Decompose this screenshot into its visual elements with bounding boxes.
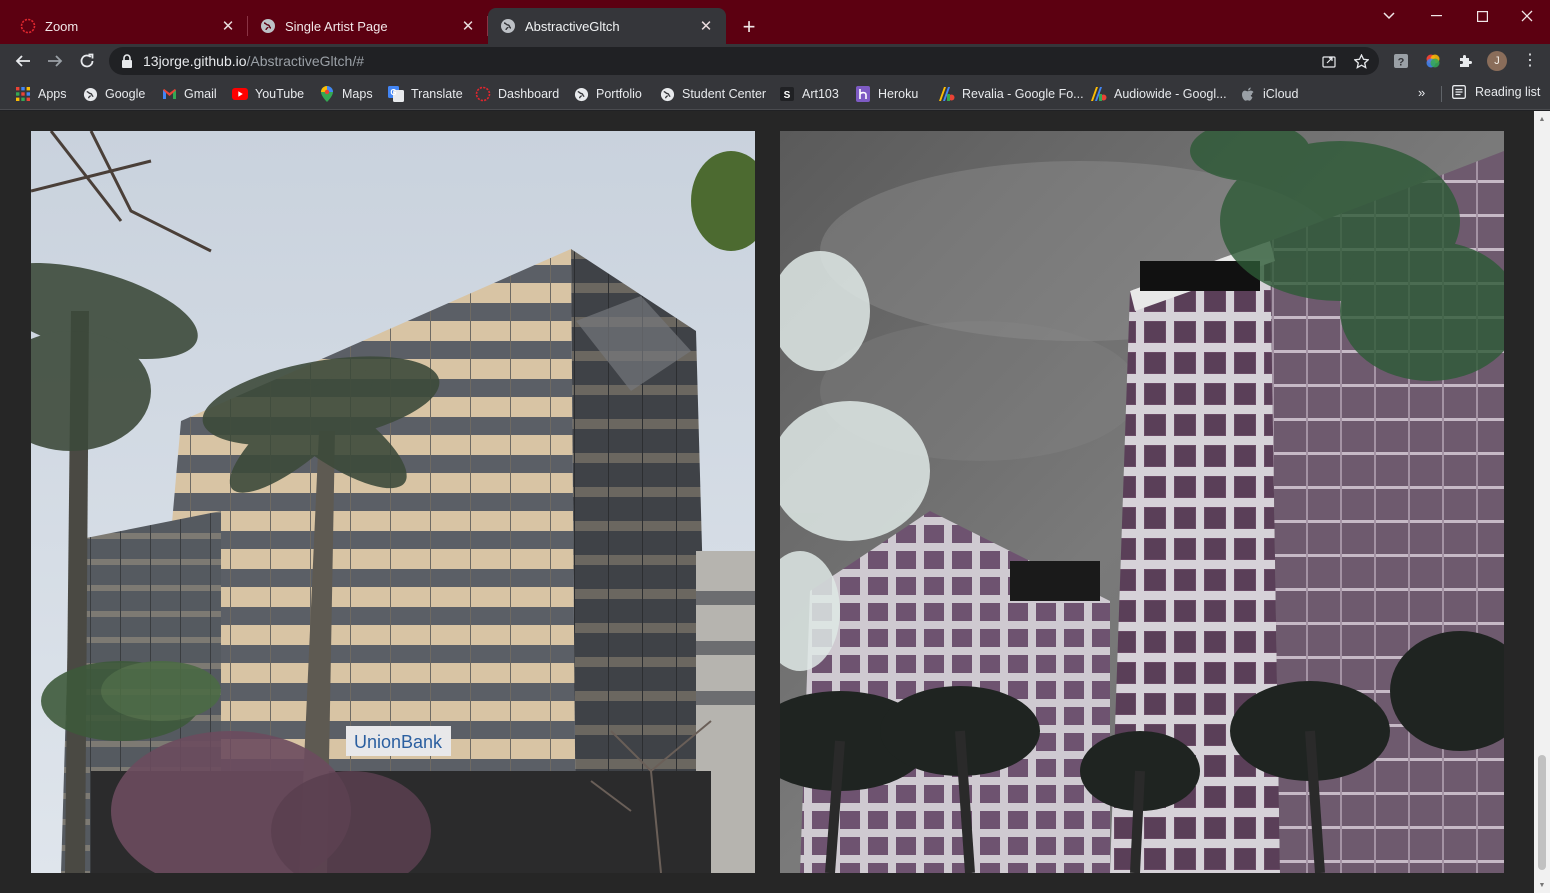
bookmark-label: Gmail [184,87,217,101]
maximize-icon[interactable] [1459,4,1505,28]
scrollbar-thumb[interactable] [1538,755,1546,870]
bookmark-label: iCloud [1263,87,1299,101]
bookmark-label: YouTube [255,87,305,101]
bookmark-star-icon[interactable] [1353,53,1369,69]
globe-icon [500,18,516,34]
scroll-down-arrow-icon[interactable]: ▼ [1538,881,1546,889]
maps-pin-icon [319,86,335,102]
globe-icon [659,86,675,102]
tab-single-artist-page[interactable]: Single Artist Page ✕ [248,8,488,44]
original-building-photo: UnionBank [31,131,755,873]
more-bookmarks-chevron-icon[interactable]: » [1418,85,1425,100]
bookmark-google[interactable]: Google [82,84,145,104]
bookmark-label: Google [105,87,146,101]
reading-list-button[interactable]: Reading list [1451,84,1540,100]
address-bar[interactable]: 13jorge.github.io/AbstractiveGltch/# [109,47,1379,75]
reload-icon [80,53,94,68]
bookmark-art103[interactable]: S Art103 [779,84,839,104]
gmail-icon [161,86,177,102]
bookmark-dashboard[interactable]: Dashboard [475,84,559,104]
globe-icon [82,86,98,102]
bookmark-label: Maps [342,87,373,101]
bookmark-audiowide[interactable]: Audiowide - Googl... [1091,84,1227,104]
tab-title: Single Artist Page [285,18,388,34]
lock-icon [122,54,132,68]
svg-text:G: G [390,88,396,97]
dashboard-ring-icon [475,86,491,102]
apple-icon [1240,86,1256,102]
profile-avatar[interactable]: J [1487,51,1507,71]
bookmark-label: Heroku [878,87,919,101]
bookmark-gmail[interactable]: Gmail [161,84,217,104]
svg-text:?: ? [1398,57,1405,69]
divider [1441,86,1442,102]
youtube-icon [232,86,248,102]
bookmark-translate[interactable]: G Translate [388,84,463,104]
reload-button[interactable] [73,47,101,75]
tab-zoom[interactable]: Zoom ✕ [8,8,248,44]
back-button[interactable] [9,47,37,75]
bookmark-label: Apps [38,87,67,101]
reading-list-label: Reading list [1475,85,1541,99]
close-icon[interactable]: ✕ [220,18,236,35]
bookmark-label: Art103 [802,87,839,101]
url-path: /AbstractiveGltch/# [246,53,365,69]
bookmark-apps[interactable]: Apps [15,84,67,104]
bookmark-label: Portfolio [596,87,642,101]
bookmark-label: Translate [411,87,463,101]
close-window-icon[interactable] [1504,4,1550,28]
help-extension-icon[interactable]: ? [1391,51,1411,71]
share-icon[interactable] [1321,53,1337,69]
bank-sign: UnionBank [354,732,443,752]
glitched-building-photo [780,131,1504,873]
zoom-ring-icon [20,18,36,34]
page-content: UnionBank [0,111,1534,893]
close-icon[interactable]: ✕ [460,18,476,35]
google-fonts-icon [1091,86,1107,102]
scroll-up-arrow-icon[interactable]: ▲ [1538,115,1546,123]
close-icon[interactable]: ✕ [698,18,714,35]
bookmark-icloud[interactable]: iCloud [1240,84,1298,104]
bookmark-heroku[interactable]: Heroku [855,84,918,104]
arrow-right-icon [48,55,63,67]
bookmark-youtube[interactable]: YouTube [232,84,304,104]
more-menu-icon[interactable]: ⋮ [1520,50,1540,70]
color-picker-extension-icon[interactable] [1423,51,1443,71]
globe-icon [260,18,276,34]
apps-grid-icon [15,86,31,102]
arrow-left-icon [15,55,30,67]
toolbar: 13jorge.github.io/AbstractiveGltch/# ? J… [0,44,1550,78]
bookmark-label: Dashboard [498,87,560,101]
globe-icon [573,86,589,102]
tab-title: AbstractiveGltch [525,18,620,34]
extensions-puzzle-icon[interactable] [1455,51,1475,71]
tab-search-chevron-icon[interactable] [1366,4,1412,28]
bookmark-label: Audiowide - Googl... [1114,87,1227,101]
tab-strip: Zoom ✕ Single Artist Page ✕ AbstractiveG… [0,0,1550,44]
bookmark-revalia[interactable]: Revalia - Google Fo... [939,84,1084,104]
tab-title: Zoom [45,18,79,34]
google-fonts-icon [939,86,955,102]
reading-list-icon [1451,84,1467,100]
bookmark-student-center[interactable]: Student Center [659,84,766,104]
heroku-icon [855,86,871,102]
bookmark-label: Revalia - Google Fo... [962,87,1084,101]
new-tab-button[interactable]: + [736,14,762,40]
translate-icon: G [388,86,404,102]
bookmark-maps[interactable]: Maps [319,84,373,104]
minimize-icon[interactable] [1413,4,1459,28]
page-scrollbar[interactable]: ▲ ▼ [1534,111,1550,893]
url-host: 13jorge.github.io [143,53,247,69]
bookmark-label: Student Center [682,87,767,101]
forward-button[interactable] [41,47,69,75]
bookmarks-bar: Apps Google Gmail YouTube Maps G Transla… [0,78,1550,110]
bookmark-portfolio[interactable]: Portfolio [573,84,642,104]
svg-text:S: S [784,90,791,101]
s-letter-icon: S [779,86,795,102]
tab-abstractivegltch[interactable]: AbstractiveGltch ✕ [488,8,726,44]
